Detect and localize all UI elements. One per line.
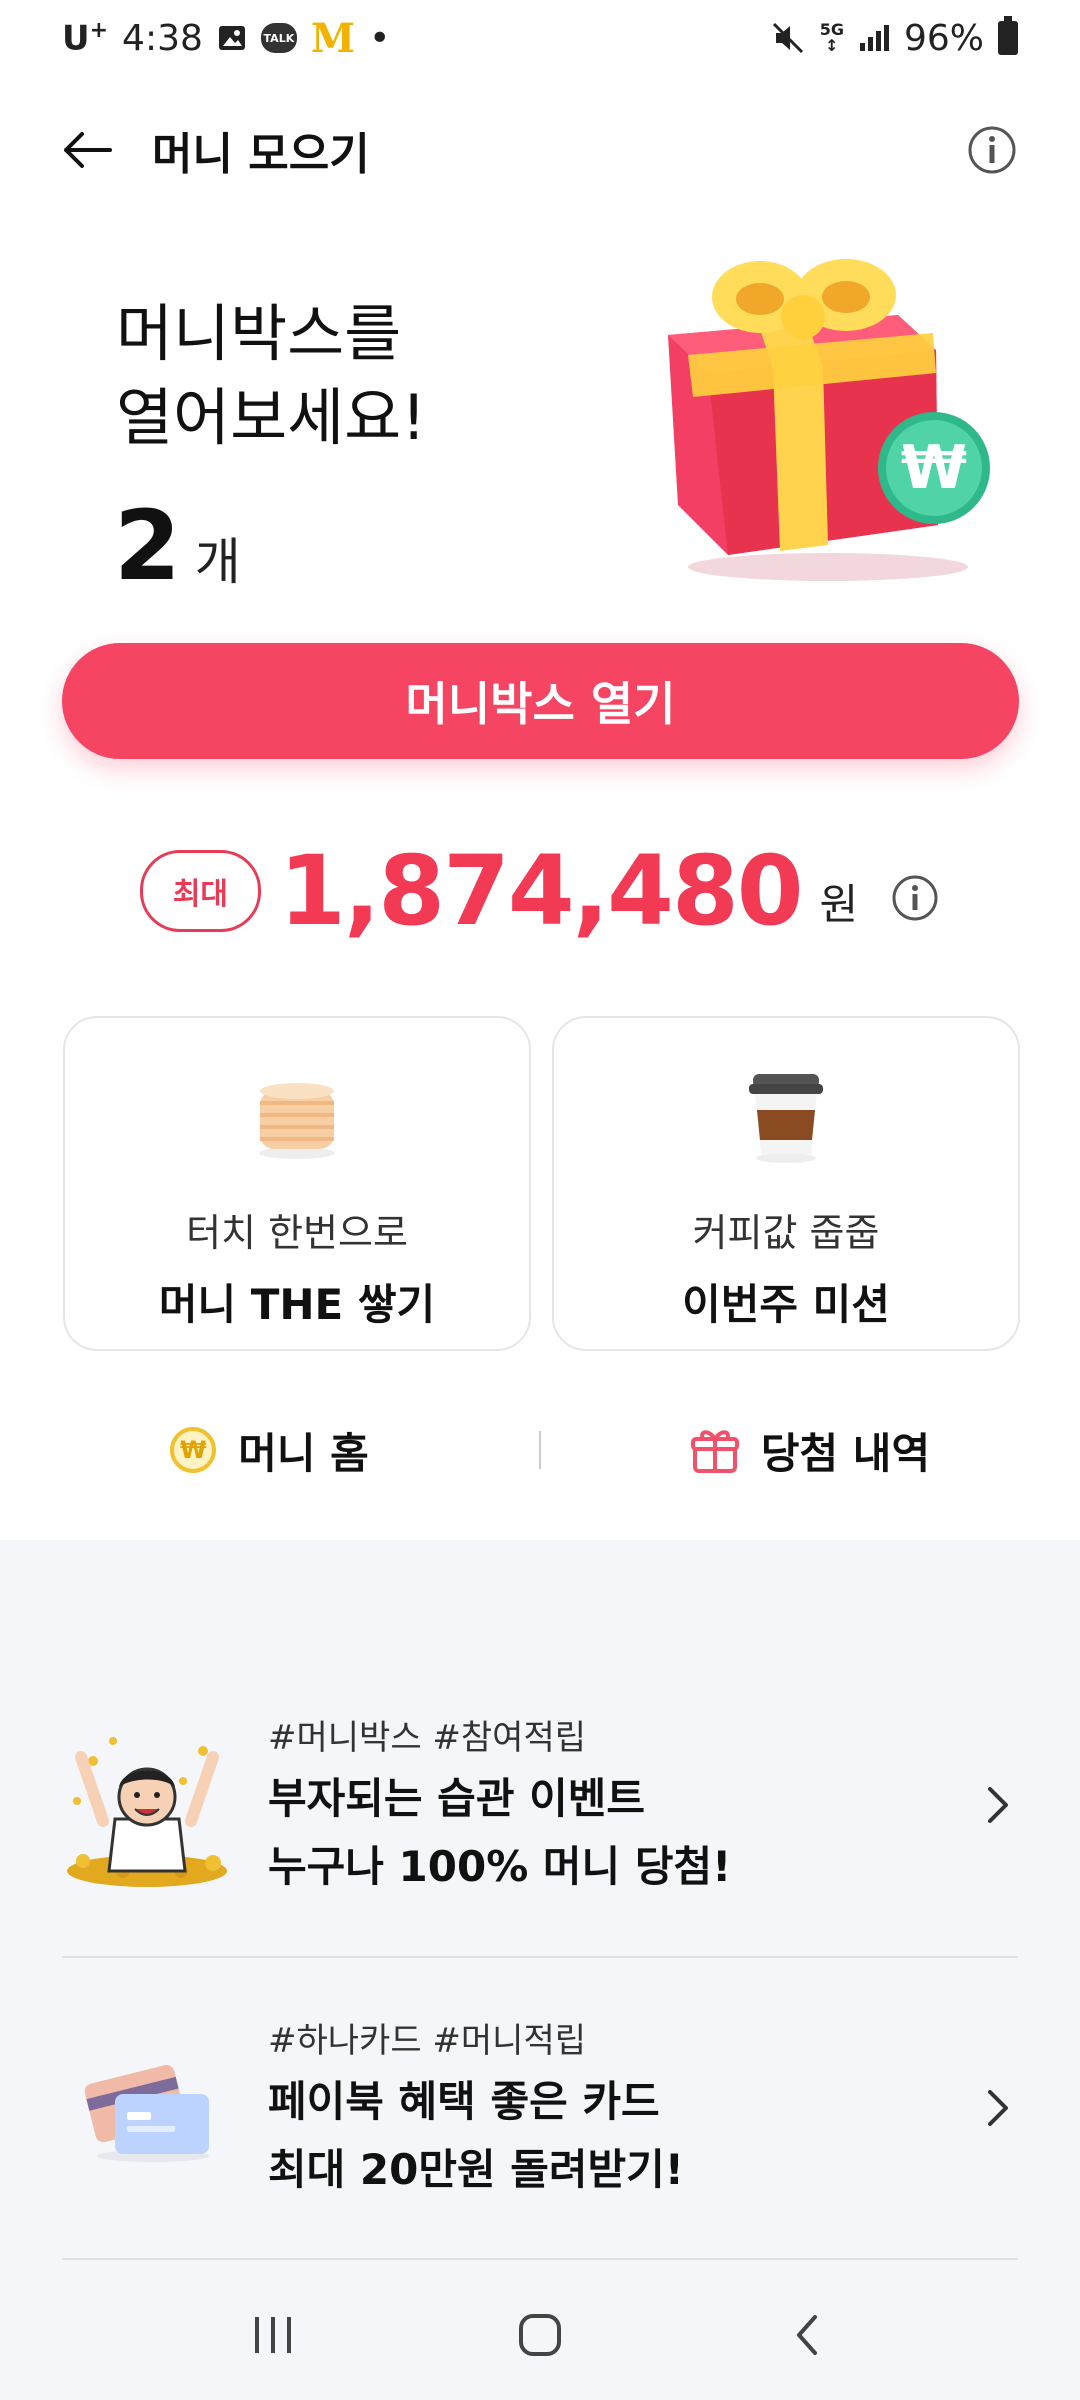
chevron-right-icon (978, 2078, 1018, 2138)
moneybox-count: 2 개 (114, 490, 241, 602)
credit-cards-illustration (62, 2023, 232, 2193)
mcdonalds-notification-icon: M (310, 14, 356, 62)
divider (62, 2258, 1018, 2260)
touch-money-card[interactable]: 터치 한번으로 머니 THE 쌓기 (63, 1016, 531, 1351)
app-bar: 머니 모으기 (0, 100, 1080, 200)
info-icon (968, 126, 1016, 174)
open-moneybox-button[interactable]: 머니박스 열기 (62, 643, 1019, 759)
coin-stack-icon (247, 1066, 347, 1166)
home-icon (518, 2314, 561, 2356)
home-button[interactable] (490, 2295, 590, 2375)
won-circle-icon: ₩ (170, 1427, 217, 1473)
max-badge: 최대 (139, 850, 262, 932)
event-tags: #하나카드 #머니적립 (268, 2020, 587, 2061)
max-info-button[interactable] (890, 873, 940, 923)
event-title: 부자되는 습관 이벤트 누구나 100% 머니 당첨! (268, 1773, 732, 1891)
more-notifications-dot: • (369, 17, 391, 59)
card-subtitle: 커피값 줍줍 (692, 1211, 880, 1255)
quick-links: ₩ 머니 홈 당첨 내역 (0, 1410, 1080, 1490)
card-title: 이번주 미션 (682, 1280, 890, 1329)
weekly-mission-card[interactable]: 커피값 줍줍 이번주 미션 (552, 1016, 1020, 1351)
signal-icon (858, 23, 890, 53)
money-home-link[interactable]: ₩ 머니 홈 (0, 1420, 539, 1481)
arrow-left-icon (64, 132, 112, 168)
event-title: 페이북 혜택 좋은 카드 최대 20만원 돌려받기! (268, 2076, 684, 2194)
info-button[interactable] (964, 122, 1020, 178)
back-button[interactable] (60, 115, 130, 185)
page-title: 머니 모으기 (152, 129, 370, 180)
max-unit: 원 (819, 879, 859, 929)
hero-title: 머니박스를 열어보세요! (116, 297, 427, 454)
clock: 4:38 (122, 17, 203, 59)
info-icon (892, 875, 938, 921)
mute-icon (770, 20, 806, 56)
recent-apps-button[interactable] (223, 2295, 323, 2375)
event-banner-hanacard[interactable]: #하나카드 #머니적립 페이북 혜택 좋은 카드 최대 20만원 돌려받기! (62, 1958, 1018, 2258)
cheering-man-coins-illustration (62, 1720, 232, 1890)
kakaotalk-notification-icon: TALK (260, 23, 297, 53)
card-subtitle: 터치 한번으로 (186, 1211, 408, 1255)
system-back-button[interactable] (757, 2295, 857, 2375)
gift-icon (690, 1430, 739, 1473)
won-coin-icon: ₩ (878, 412, 990, 524)
max-amount: 1,874,480 (279, 835, 804, 947)
gallery-notification-icon (217, 23, 247, 53)
carrier-label: U+ (62, 17, 109, 59)
coffee-cup-icon (736, 1066, 836, 1166)
event-tags: #머니박스 #참여적립 (268, 1717, 587, 1758)
system-navigation-bar (0, 2270, 1080, 2400)
battery-icon (998, 16, 1018, 55)
chevron-right-icon (978, 1775, 1018, 1835)
winning-history-link[interactable]: 당첨 내역 (541, 1420, 1080, 1481)
recent-apps-icon (255, 2317, 292, 2353)
network-type-icon: 5G ↕ (819, 20, 844, 55)
event-banner-moneybox[interactable]: #머니박스 #참여적립 부자되는 습관 이벤트 누구나 100% 머니 당첨! (62, 1655, 1018, 1955)
chevron-left-icon (796, 2315, 817, 2355)
max-reward-row: 최대 1,874,480 원 (0, 835, 1080, 947)
status-bar: U+ 4:38 TALK M • 5G ↕ 96% (0, 0, 1080, 76)
battery-percent: 96% (903, 17, 984, 59)
card-title: 머니 THE 쌓기 (158, 1280, 436, 1329)
